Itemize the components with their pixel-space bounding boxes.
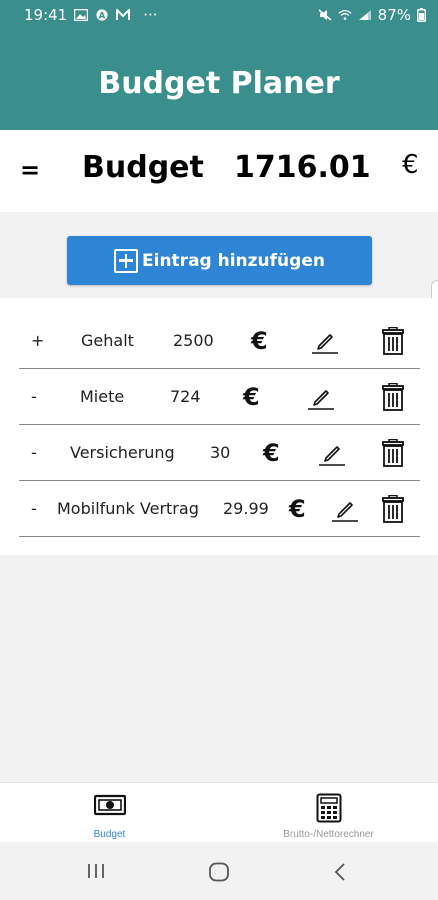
add-box-icon [114,248,139,273]
back-icon[interactable] [333,862,347,882]
budget-value: 1716.01 [234,150,371,185]
entry-sign: - [31,387,37,406]
m-app-icon [116,9,131,20]
entry-currency: € [251,327,268,355]
entry-currency: € [263,439,280,467]
app-bar: Budget Planer [0,30,438,130]
mute-icon [318,9,332,21]
battery-icon [417,8,426,22]
battery-percent: 87% [377,6,411,24]
entry-name: Gehalt [81,331,134,350]
entry-amount: 724 [170,387,201,406]
edit-pencil-icon[interactable] [311,327,339,355]
edit-pencil-icon[interactable] [318,439,346,467]
recent-apps-icon[interactable] [86,862,106,880]
list-item: - Miete 724 € [19,369,420,425]
a-app-icon: A [96,9,108,21]
page-title: Budget Planer [98,65,340,101]
gallery-icon [74,9,89,21]
budget-summary: = Budget 1716.01 € [0,130,438,212]
add-entry-label: Eintrag hinzufügen [142,250,325,271]
wifi-icon [338,9,352,20]
status-bar: 19:41 A ··· 87% [0,0,438,30]
entry-sign: - [31,443,37,462]
status-more: ··· [143,6,158,24]
entry-name: Versicherung [70,443,175,462]
entry-sign: - [31,499,37,518]
signal-icon [358,10,371,20]
entry-list: + Gehalt 2500 € - Miete 724 € - Versiche… [0,298,438,555]
entry-name: Miete [80,387,125,406]
entry-sign: + [31,331,45,350]
entry-currency: € [289,495,306,523]
budget-operator: = [20,156,41,184]
svg-text:A: A [99,11,106,21]
budget-label: Budget [82,150,204,185]
money-icon [93,794,126,816]
status-time: 19:41 [24,6,68,24]
bottom-nav: Budget Brutto-/Nettorechner [0,782,438,842]
entry-amount: 30 [210,443,231,462]
list-item: - Mobilfunk Vertrag 29.99 € [19,481,420,537]
tab-brutto-netto[interactable]: Brutto-/Nettorechner [219,783,438,843]
home-icon[interactable] [208,862,230,882]
budget-currency: € [402,150,419,180]
edit-pencil-icon[interactable] [331,495,359,523]
edit-pencil-icon[interactable] [307,383,335,411]
trash-icon[interactable] [379,383,407,411]
add-entry-button[interactable]: Eintrag hinzufügen [67,236,372,285]
tab-budget[interactable]: Budget [0,783,219,843]
trash-icon[interactable] [379,327,407,355]
entry-amount: 29.99 [223,499,269,518]
trash-icon[interactable] [379,495,407,523]
entry-amount: 2500 [173,331,214,350]
tab-budget-label: Budget [93,829,126,840]
entry-name: Mobilfunk Vertrag [57,499,199,518]
tab-brutto-netto-label: Brutto-/Nettorechner [283,829,374,840]
list-item: + Gehalt 2500 € [19,313,420,369]
trash-icon[interactable] [379,439,407,467]
entry-currency: € [243,383,260,411]
system-nav-bar [0,842,438,900]
calculator-icon [316,793,341,823]
list-item: - Versicherung 30 € [19,425,420,481]
